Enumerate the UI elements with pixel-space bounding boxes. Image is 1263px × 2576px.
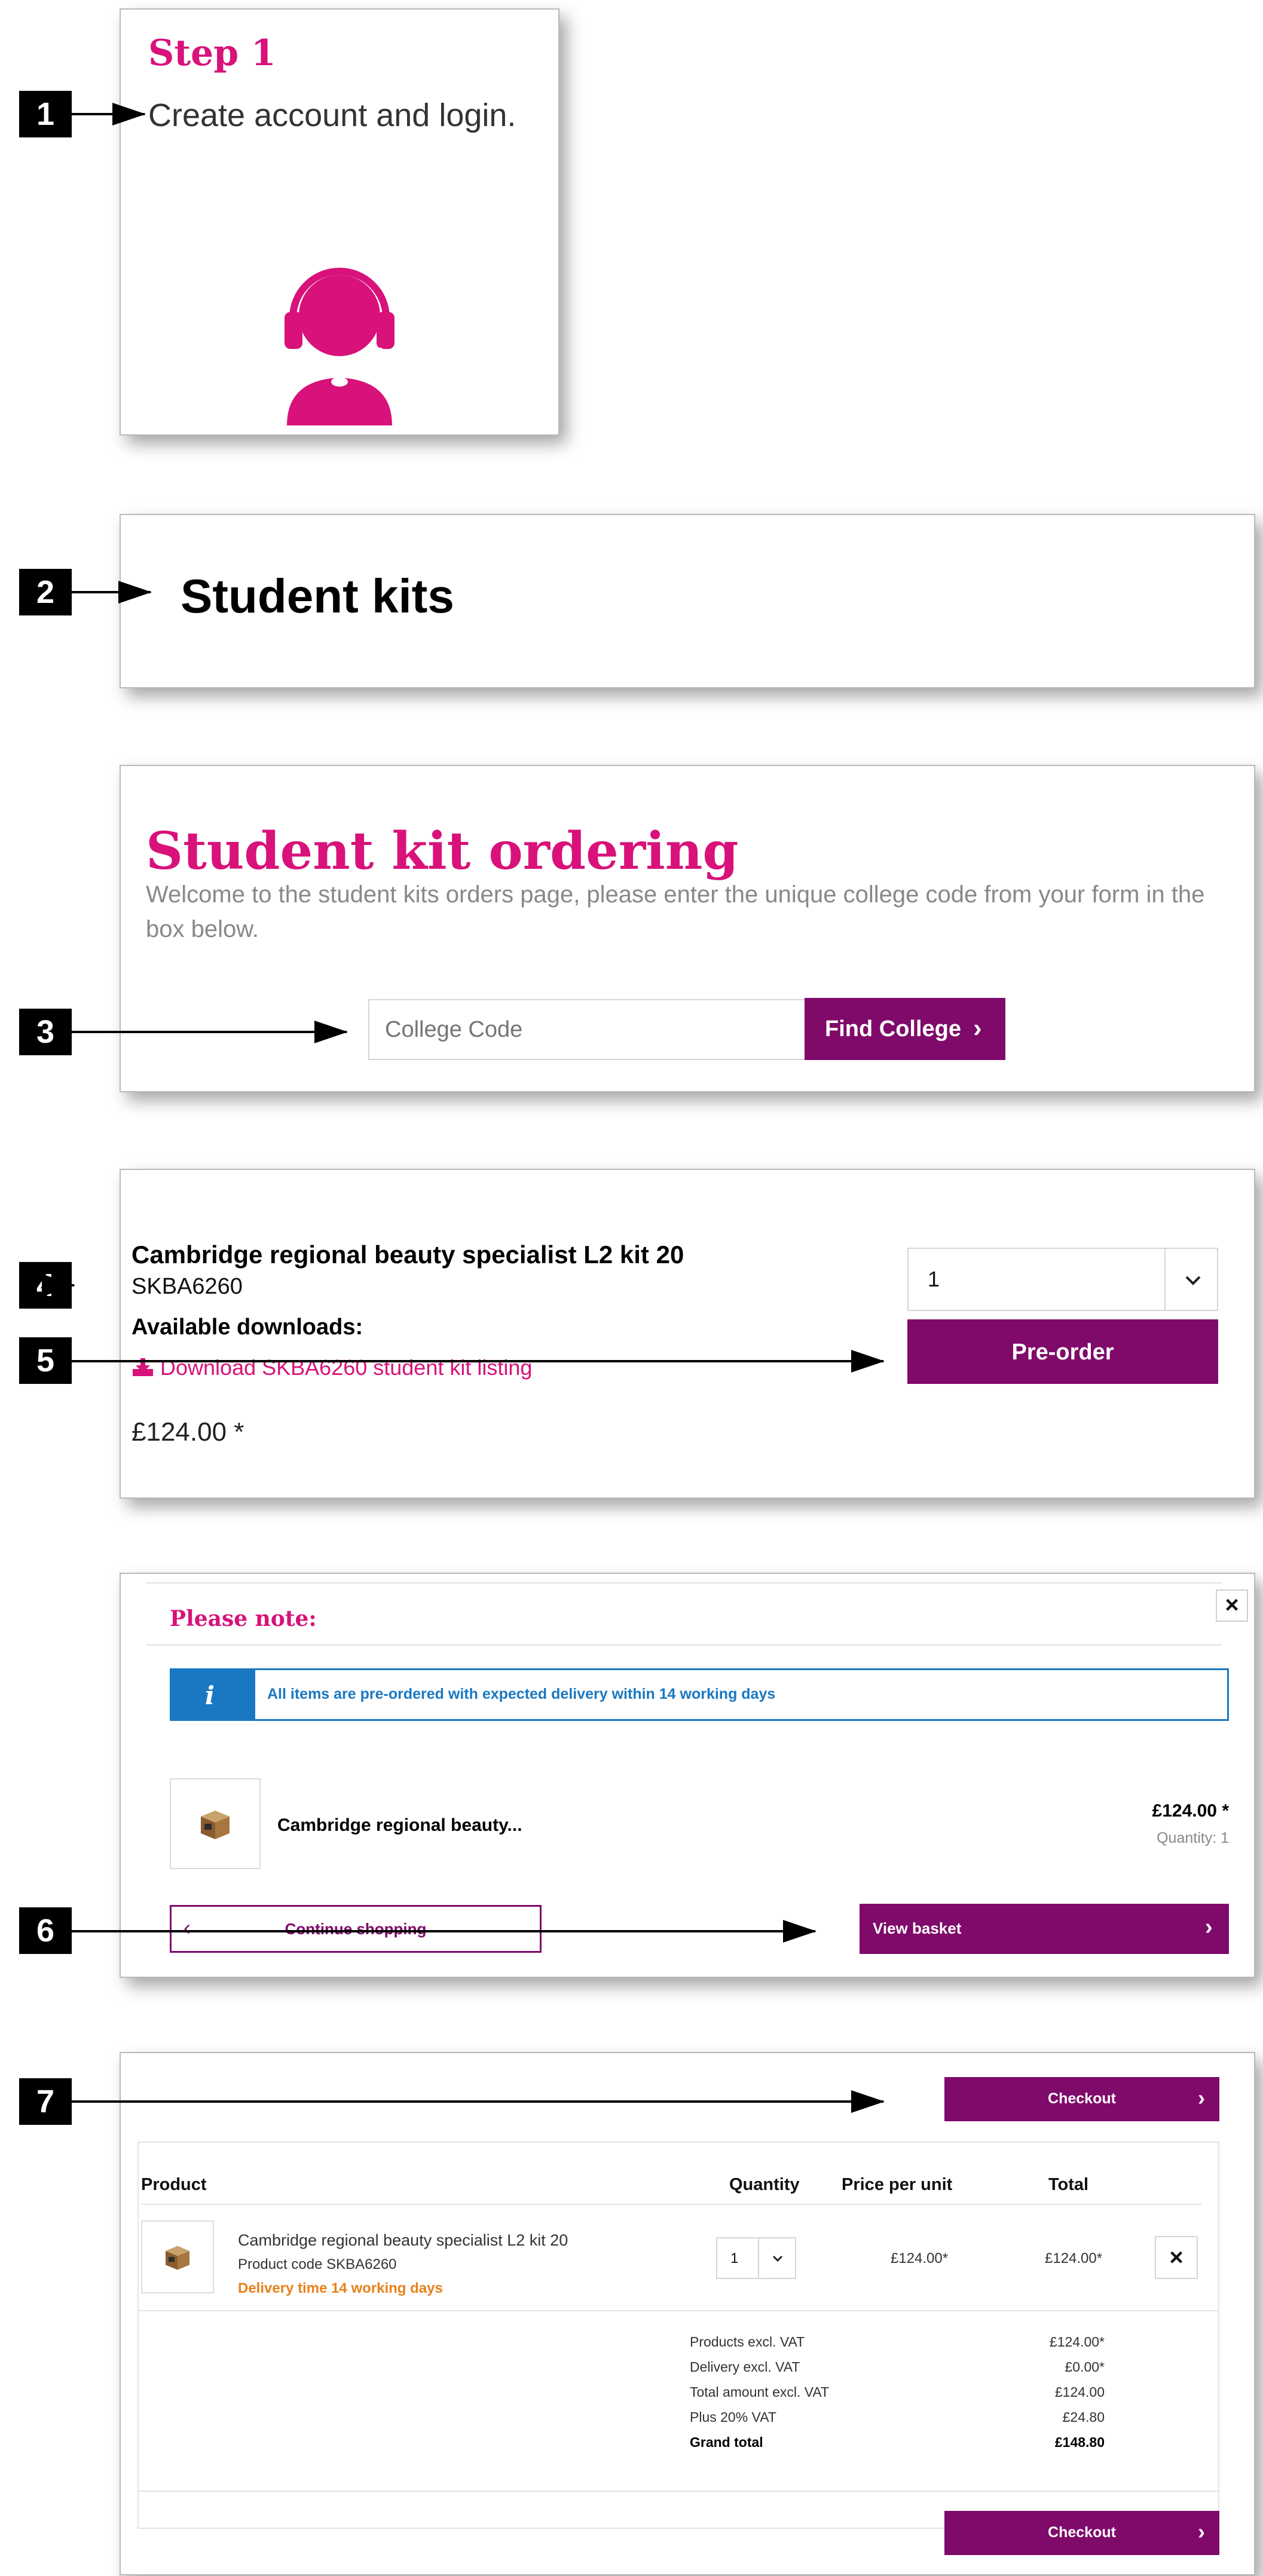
close-icon: × <box>1225 1592 1239 1618</box>
summary-value-total-excl: £124.00 <box>1054 2384 1105 2400</box>
close-button[interactable]: × <box>1216 1589 1248 1622</box>
arrow-7 <box>72 2090 885 2113</box>
quantity-value: 1 <box>928 1267 940 1291</box>
cart-quantity-select[interactable]: 1 <box>716 2237 796 2279</box>
box-icon <box>201 1811 230 1839</box>
product-price: £124.00 * <box>132 1417 244 1447</box>
cart-table: Product Quantity Price per unit Total Ca… <box>137 2142 1219 2529</box>
checkout-label-bottom: Checkout <box>1048 2524 1116 2541</box>
summary-value-vat: £24.80 <box>1062 2409 1105 2425</box>
summary-label-products: Products excl. VAT <box>690 2334 805 2350</box>
info-text: All items are pre-ordered with expected … <box>267 1686 776 1702</box>
step4-card: Cambridge regional beauty specialist L2 … <box>120 1169 1255 1499</box>
checkout-button-bottom[interactable]: Checkout › <box>944 2511 1219 2555</box>
step-badge-1: 1 <box>19 91 72 137</box>
info-banner: i All items are pre-ordered with expecte… <box>170 1668 1229 1721</box>
item-thumbnail <box>170 1778 261 1869</box>
header-price-per-unit: Price per unit <box>842 2175 953 2194</box>
cart-item-thumbnail <box>141 2220 214 2293</box>
item-divider <box>137 2310 1219 2311</box>
arrow-5 <box>72 1350 885 1373</box>
view-basket-label: View basket <box>873 1919 962 1937</box>
arrow-6 <box>72 1920 816 1943</box>
summary-value-products: £124.00* <box>1049 2334 1105 2350</box>
header-product: Product <box>141 2175 207 2194</box>
cart-unit-price: £124.00* <box>891 2250 949 2266</box>
support-agent-icon <box>285 268 395 425</box>
quantity-select[interactable]: 1 <box>907 1248 1218 1311</box>
step6-card: Please note: × i All items are pre-order… <box>120 1573 1255 1978</box>
close-icon: × <box>1169 2244 1184 2271</box>
cart-item-name: Cambridge regional beauty specialist L2 … <box>238 2231 568 2249</box>
step7-card: Checkout › Product Quantity Price per un… <box>120 2052 1255 2575</box>
pre-order-button[interactable]: Pre-order <box>907 1319 1218 1384</box>
modal-divider <box>146 1644 1222 1646</box>
arrow-2 <box>72 581 152 604</box>
chevron-right-icon: › <box>973 1013 982 1043</box>
cart-quantity-value: 1 <box>730 2250 739 2266</box>
summary-value-delivery: £0.00* <box>1065 2359 1105 2375</box>
download-link-text: Download SKBA6260 student kit listing <box>160 1355 533 1380</box>
checkout-label-top: Checkout <box>1048 2090 1116 2107</box>
header-divider <box>141 2204 1201 2205</box>
remove-item-button[interactable]: × <box>1155 2236 1198 2279</box>
chevron-down-icon <box>1185 1276 1201 1285</box>
student-kit-ordering-title: Student kit ordering <box>146 821 739 881</box>
step2-card: Student kits <box>120 514 1255 688</box>
summary-label-total-excl: Total amount excl. VAT <box>690 2384 830 2400</box>
arrow-3 <box>72 1021 348 1043</box>
step3-description: Welcome to the student kits orders page,… <box>146 881 1205 942</box>
please-note-title: Please note: <box>170 1606 317 1631</box>
modal-item-quantity: Quantity: 1 <box>1157 1830 1229 1846</box>
product-name: Cambridge regional beauty specialist L2 … <box>132 1240 684 1269</box>
step3-card: Student kit ordering Welcome to the stud… <box>120 765 1255 1092</box>
step-badge-7: 7 <box>19 2078 72 2125</box>
continue-shopping-button[interactable]: ‹ Continue shopping <box>170 1905 542 1953</box>
step-badge-2: 2 <box>19 569 72 615</box>
table-bottom-divider <box>137 2491 1219 2492</box>
summary-value-grand-total: £148.80 <box>1054 2434 1105 2450</box>
view-basket-button[interactable]: View basket › <box>860 1904 1229 1954</box>
cart-item-delivery: Delivery time 14 working days <box>238 2280 443 2296</box>
continue-shopping-label: Continue shopping <box>285 1920 427 1938</box>
step-badge-5: 5 <box>19 1337 72 1384</box>
chevron-down-icon <box>772 2255 783 2262</box>
info-icon: i <box>205 1681 215 1710</box>
cart-item-code: Product code SKBA6260 <box>238 2256 397 2272</box>
chevron-right-icon: › <box>1198 2085 1205 2110</box>
step-badge-3: 3 <box>19 1009 72 1055</box>
modal-top-rule <box>146 1582 1222 1583</box>
student-kits-heading: Student kits <box>181 569 454 623</box>
find-college-label: Find College <box>825 1016 961 1042</box>
summary-label-delivery: Delivery excl. VAT <box>690 2359 800 2375</box>
cart-item-total: £124.00* <box>1045 2250 1103 2266</box>
summary-label-vat: Plus 20% VAT <box>690 2409 776 2425</box>
pre-order-label: Pre-order <box>1011 1340 1114 1365</box>
modal-item-name: Cambridge regional beauty... <box>277 1815 522 1835</box>
checkout-button-top[interactable]: Checkout › <box>944 2077 1219 2121</box>
chevron-right-icon: › <box>1205 1915 1213 1940</box>
header-quantity: Quantity <box>729 2175 800 2194</box>
step1-card: Step 1 Create account and login. <box>120 8 559 436</box>
step1-text: Create account and login. <box>148 97 516 133</box>
product-code: SKBA6260 <box>132 1274 243 1299</box>
find-college-button[interactable]: Find College › <box>805 998 1005 1060</box>
summary-label-grand-total: Grand total <box>690 2434 763 2450</box>
download-link[interactable]: Download SKBA6260 student kit listing <box>132 1355 532 1380</box>
arrow-4 <box>42 1274 75 1297</box>
college-code-input[interactable] <box>368 999 806 1060</box>
chevron-right-icon: › <box>1198 2519 1205 2544</box>
step-badge-6: 6 <box>19 1907 72 1954</box>
arrow-1 <box>72 103 146 125</box>
downloads-heading: Available downloads: <box>132 1315 363 1340</box>
header-total: Total <box>1048 2175 1089 2194</box>
box-icon <box>166 2246 189 2270</box>
step1-title: Step 1 <box>148 32 276 74</box>
modal-item-price: £124.00 * <box>1152 1801 1229 1821</box>
